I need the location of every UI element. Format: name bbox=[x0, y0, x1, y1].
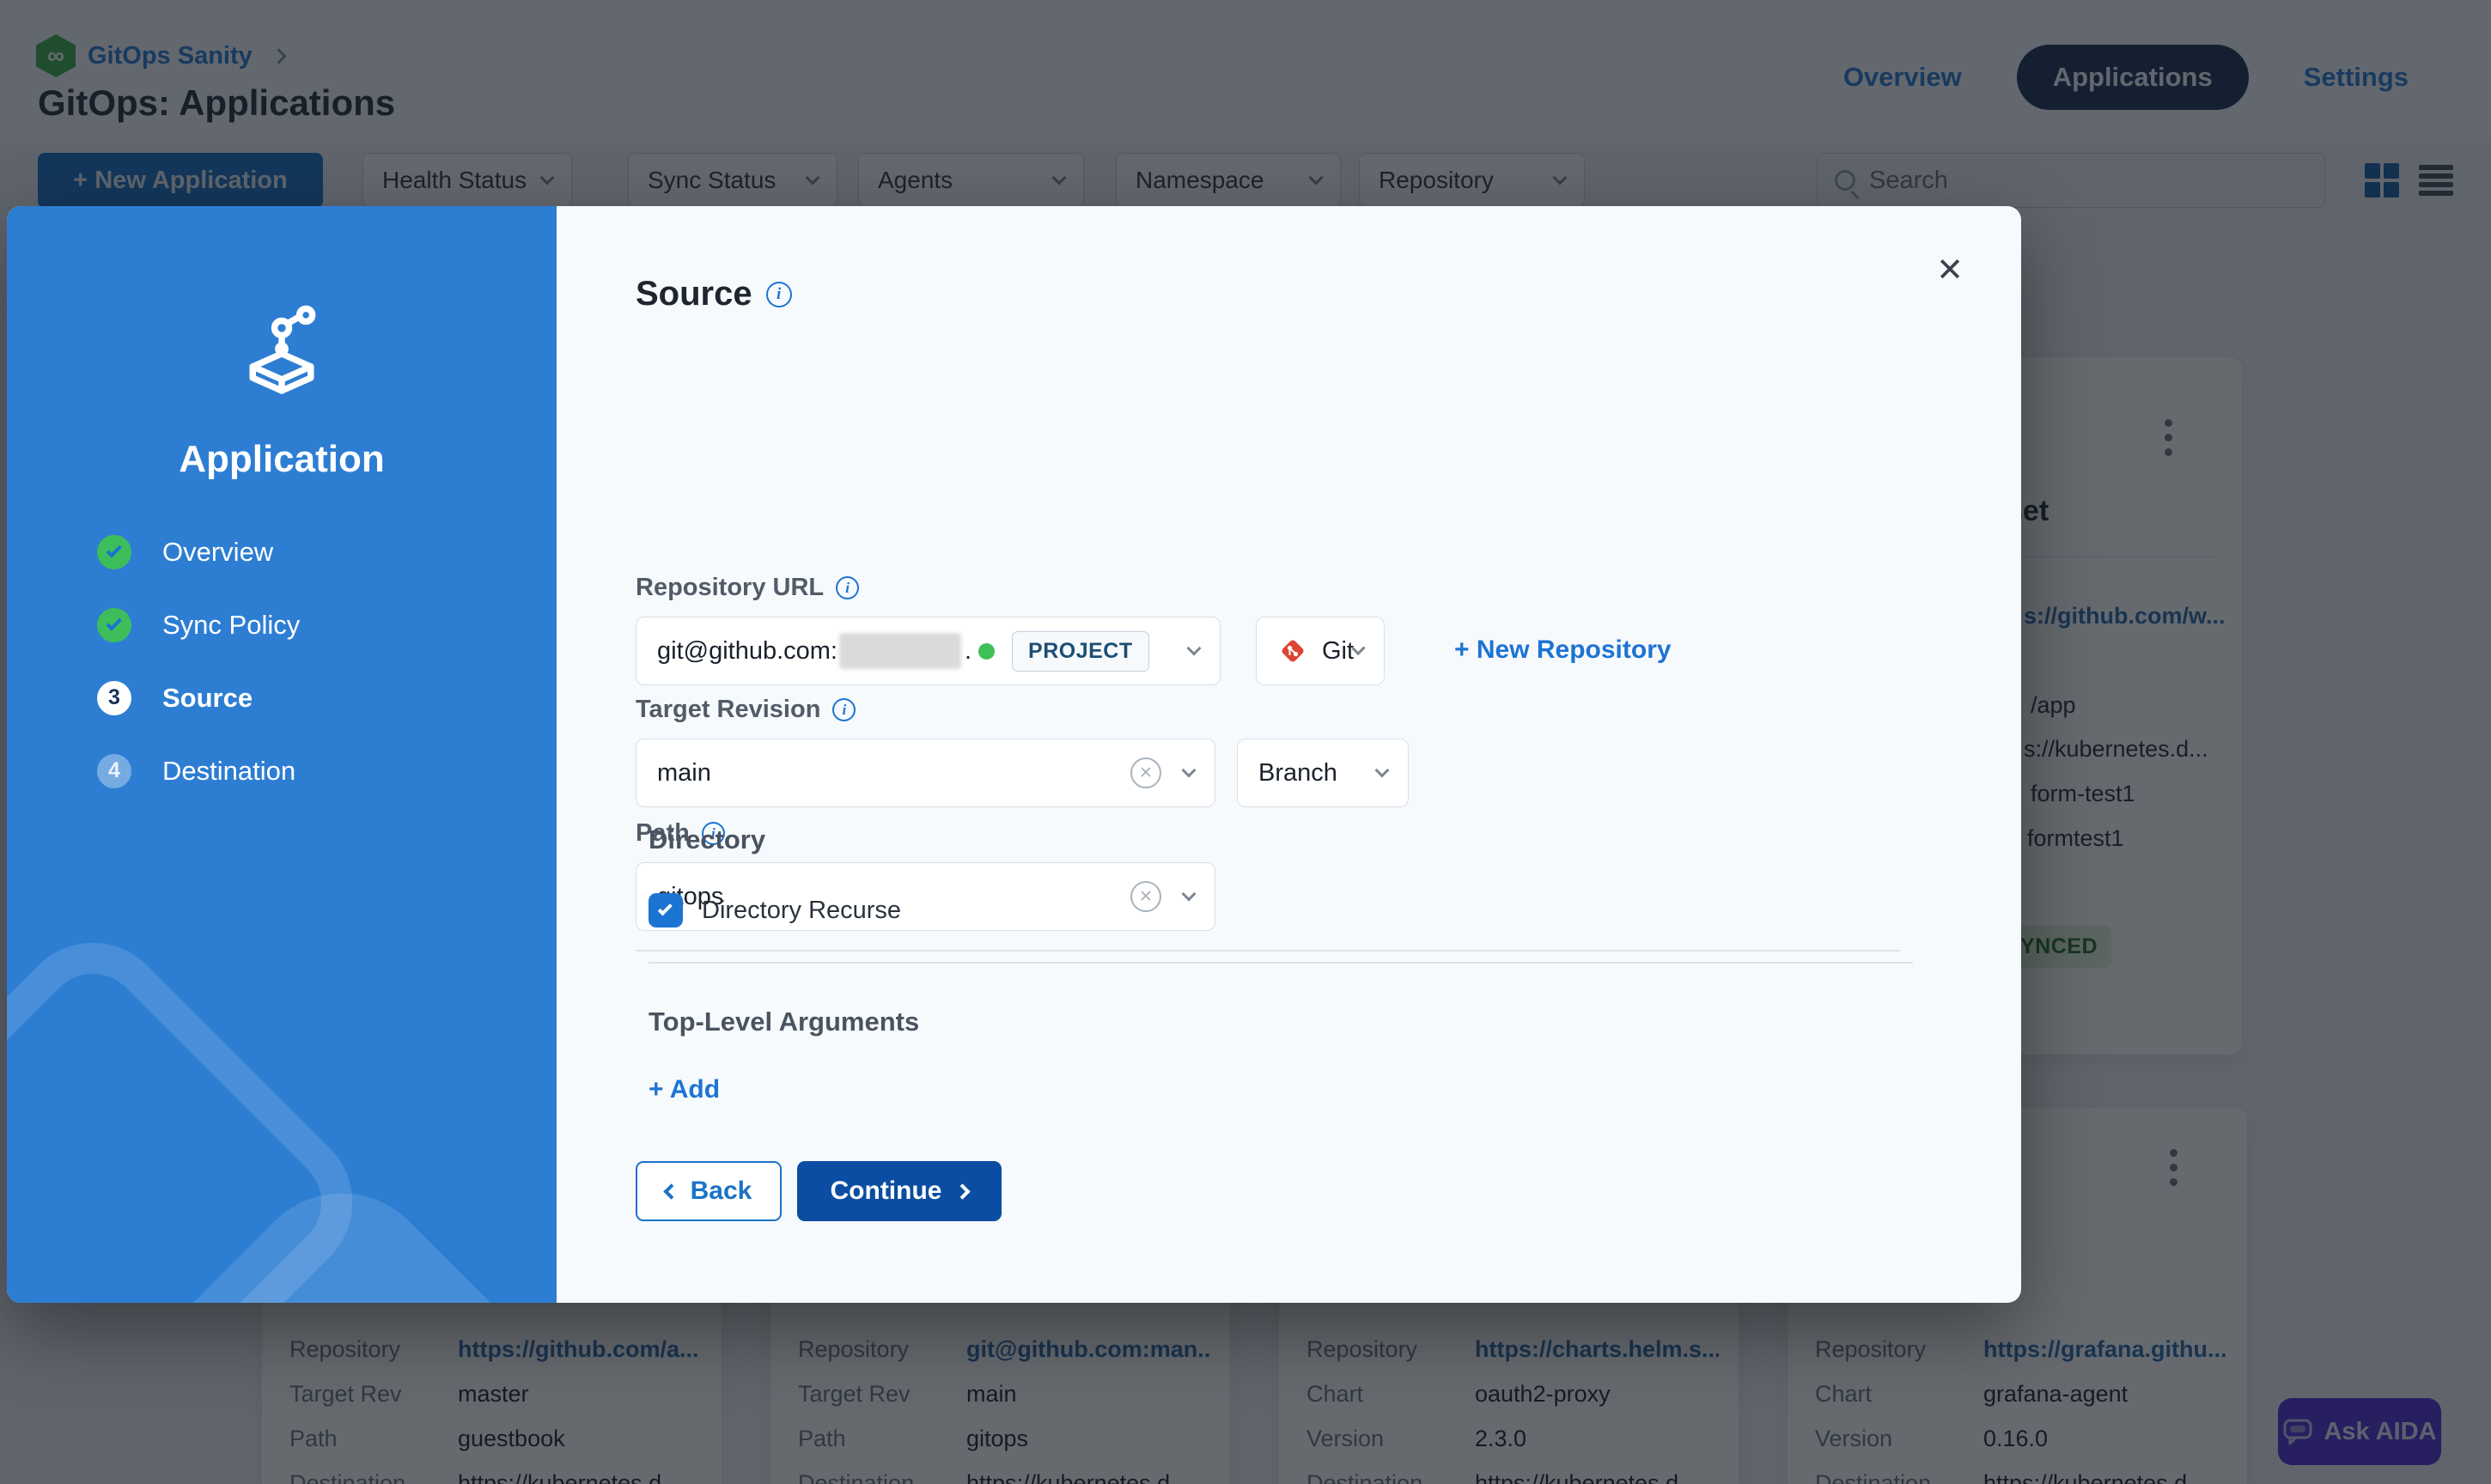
repo-type-value: Git bbox=[1322, 637, 1354, 666]
clear-icon[interactable]: ✕ bbox=[1130, 881, 1161, 912]
chevron-left-icon bbox=[663, 1183, 679, 1199]
project-badge: PROJECT bbox=[1012, 631, 1149, 672]
repository-url-label: Repository URL i bbox=[636, 574, 859, 602]
info-icon[interactable]: i bbox=[766, 282, 792, 307]
back-button[interactable]: Back bbox=[636, 1161, 782, 1221]
modal-section-title-text: Source bbox=[636, 275, 752, 313]
chevron-right-icon bbox=[955, 1183, 971, 1199]
new-application-wizard-modal: Application Overview Sync Policy 3 Sourc… bbox=[7, 206, 2021, 1303]
step-number-icon: 3 bbox=[97, 681, 131, 715]
wizard-steps: Overview Sync Policy 3 Source 4 Destinat… bbox=[97, 515, 300, 807]
step-label: Overview bbox=[162, 537, 273, 568]
step-label: Destination bbox=[162, 756, 295, 787]
git-icon bbox=[1277, 636, 1308, 666]
chevron-down-icon[interactable] bbox=[1182, 763, 1197, 778]
target-revision-label: Target Revision i bbox=[636, 696, 856, 724]
back-button-label: Back bbox=[691, 1177, 752, 1206]
divider bbox=[636, 950, 1900, 952]
target-revision-value: main bbox=[657, 759, 711, 788]
info-icon[interactable]: i bbox=[836, 576, 859, 599]
step-sync-policy[interactable]: Sync Policy bbox=[97, 588, 300, 661]
directory-recurse-row: Directory Recurse bbox=[649, 893, 901, 928]
repository-url-input[interactable]: git@github.com: . PROJECT bbox=[636, 617, 1221, 685]
new-repository-link[interactable]: + New Repository bbox=[1454, 636, 1672, 665]
step-label: Sync Policy bbox=[162, 610, 300, 641]
step-overview[interactable]: Overview bbox=[97, 515, 300, 588]
redacted-text bbox=[839, 633, 961, 669]
repository-url-suffix: . bbox=[965, 637, 971, 666]
top-level-arguments-heading: Top-Level Arguments bbox=[649, 1007, 919, 1037]
chevron-down-icon[interactable] bbox=[1182, 887, 1197, 902]
wizard-sidebar: Application Overview Sync Policy 3 Sourc… bbox=[7, 206, 557, 1303]
close-icon[interactable]: ✕ bbox=[1929, 249, 1970, 290]
continue-button-label: Continue bbox=[831, 1177, 942, 1206]
repo-type-select[interactable]: Git bbox=[1256, 617, 1385, 685]
step-source[interactable]: 3 Source bbox=[97, 661, 300, 734]
chevron-down-icon[interactable] bbox=[1187, 642, 1202, 656]
add-argument-link[interactable]: + Add bbox=[649, 1075, 720, 1104]
application-icon bbox=[7, 301, 557, 408]
revision-type-select[interactable]: Branch bbox=[1237, 739, 1409, 807]
target-revision-label-text: Target Revision bbox=[636, 696, 820, 724]
target-revision-input[interactable]: main ✕ bbox=[636, 739, 1215, 807]
wizard-title: Application bbox=[7, 438, 557, 481]
modal-section-title: Source i bbox=[636, 275, 792, 313]
check-circle-icon bbox=[97, 535, 131, 569]
chevron-down-icon[interactable] bbox=[1375, 763, 1390, 778]
repo-connected-status-dot bbox=[978, 643, 995, 660]
step-label: Source bbox=[162, 683, 253, 714]
directory-heading: Directory bbox=[649, 824, 765, 855]
repository-url-label-text: Repository URL bbox=[636, 574, 824, 602]
checkbox-checked-icon[interactable] bbox=[649, 893, 683, 928]
clear-icon[interactable]: ✕ bbox=[1130, 757, 1161, 788]
directory-recurse-label: Directory Recurse bbox=[702, 897, 901, 925]
revision-type-value: Branch bbox=[1258, 759, 1337, 788]
continue-button[interactable]: Continue bbox=[797, 1161, 1002, 1221]
check-circle-icon bbox=[97, 608, 131, 642]
repository-url-value: git@github.com: bbox=[657, 637, 837, 666]
divider bbox=[649, 962, 1913, 964]
step-number-icon: 4 bbox=[97, 754, 131, 788]
info-icon[interactable]: i bbox=[832, 698, 856, 721]
step-destination[interactable]: 4 Destination bbox=[97, 734, 300, 807]
